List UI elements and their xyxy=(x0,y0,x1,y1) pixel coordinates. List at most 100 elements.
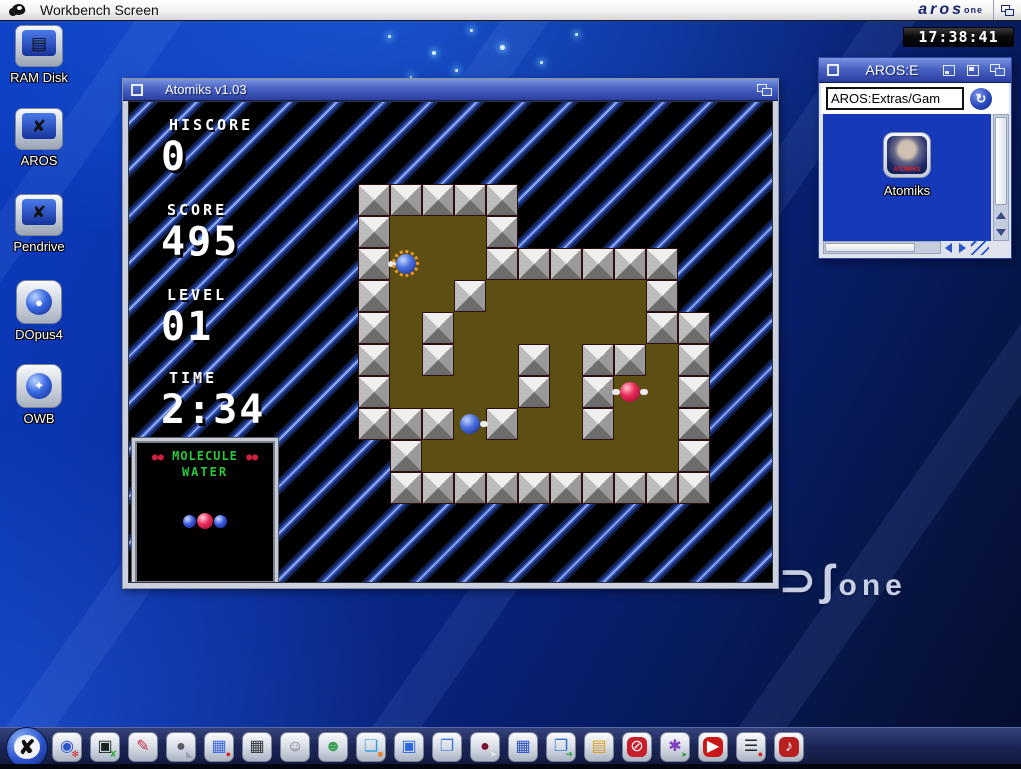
atomiks-icon-label: Atomiks xyxy=(884,183,930,198)
dock-monitor-icon[interactable]: ▣ xyxy=(394,732,424,762)
aros-one-watermark: ⊃ʃone xyxy=(779,555,907,606)
dock-text-editor-icon[interactable]: ✎ xyxy=(128,732,158,762)
floor-tile xyxy=(390,216,422,248)
floor-tile xyxy=(454,376,486,408)
dock-aros-menu-button[interactable]: ✘ xyxy=(6,727,48,769)
path-input[interactable] xyxy=(826,87,964,110)
atomiks-file-icon[interactable]: ATOMIKS Atomiks xyxy=(863,132,951,198)
wall-tile xyxy=(358,376,390,408)
floor-tile xyxy=(614,280,646,312)
wall-tile xyxy=(582,248,614,280)
dock-search-icon[interactable]: ●◣ xyxy=(166,732,196,762)
aros-e-window-title: AROS:E xyxy=(847,62,937,78)
dock-screengrab-icon[interactable]: ❐ xyxy=(432,732,462,762)
green-face-icon: ☻ xyxy=(325,739,342,755)
dock-file-copy-icon[interactable]: ❐➔ xyxy=(546,732,576,762)
iconify-gadget[interactable] xyxy=(939,63,959,78)
desktop-icon-dopus4[interactable]: ✻●DOpus4 xyxy=(2,280,76,342)
molecule-dots-left: ●● xyxy=(152,452,164,463)
zoom-gadget[interactable] xyxy=(963,63,983,78)
horizontal-scroll-thumb[interactable] xyxy=(825,243,915,252)
game-board xyxy=(358,184,710,504)
aros-mascot-icon xyxy=(8,2,30,18)
pendrive-icon: ✘ xyxy=(15,194,63,236)
desktop-icon-aros-disk[interactable]: ✘AROS xyxy=(2,108,76,168)
vertical-scroll-thumb[interactable] xyxy=(995,117,1007,205)
wall-tile xyxy=(646,280,678,312)
dock-dopus-icon[interactable]: ◉✻ xyxy=(52,732,82,762)
wall-tile xyxy=(390,440,422,472)
video-converter-icon: ✱ xyxy=(668,739,681,755)
spreadsheet-icon: ▦ xyxy=(515,739,530,755)
wall-tile xyxy=(454,472,486,504)
atomiks-icon-caption: ATOMIKS xyxy=(887,167,927,173)
owb-icon: ✦ xyxy=(16,364,62,408)
screens-prefs-icon: ❏ xyxy=(364,739,378,755)
dock-spreadsheet-icon[interactable]: ▦ xyxy=(508,732,538,762)
floor-tile xyxy=(518,408,550,440)
vertical-scrollbar[interactable] xyxy=(993,114,1009,241)
depth-gadget[interactable] xyxy=(987,63,1007,78)
oxygen-atom[interactable] xyxy=(620,382,640,402)
wall-tile xyxy=(358,216,390,248)
dock-youtube-icon[interactable]: ▶ xyxy=(698,732,728,762)
dock-screens-prefs-icon[interactable]: ❏■ xyxy=(356,732,386,762)
video-recorder-icon: ☰ xyxy=(744,739,758,755)
close-gadget[interactable] xyxy=(823,63,843,78)
dock-video-camera-icon[interactable]: ▣✘ xyxy=(90,732,120,762)
chevron-up-icon xyxy=(996,212,1006,219)
wall-tile xyxy=(582,376,614,408)
atomiks-titlebar[interactable]: Atomiks v1.03 xyxy=(123,79,778,101)
floor-tile xyxy=(550,312,582,344)
sparkle xyxy=(575,33,578,36)
floor-tile xyxy=(582,440,614,472)
floor-tile xyxy=(582,312,614,344)
wall-tile xyxy=(678,376,710,408)
desktop-icon-ram-disk[interactable]: ▤RAM Disk xyxy=(2,25,76,85)
youtube-icon: ▶ xyxy=(707,739,719,755)
floor-tile xyxy=(486,376,518,408)
dock-video-recorder-icon[interactable]: ☰● xyxy=(736,732,766,762)
wall-tile xyxy=(486,184,518,216)
dock-calendar-icon[interactable]: ▦● xyxy=(204,732,234,762)
scroll-right-button[interactable] xyxy=(955,240,969,255)
horizontal-scrollbar[interactable] xyxy=(823,241,941,254)
close-gadget[interactable] xyxy=(127,82,147,97)
scroll-up-button[interactable] xyxy=(994,207,1008,223)
owb-label: OWB xyxy=(23,411,54,426)
dock-web-radio-icon[interactable]: ♪ xyxy=(774,732,804,762)
dock-chat-dog-icon[interactable]: ☺ xyxy=(280,732,310,762)
resize-grip[interactable] xyxy=(971,240,989,255)
hiscore-value: 0 xyxy=(161,137,187,177)
floor-tile xyxy=(454,344,486,376)
score-value: 495 xyxy=(161,222,239,262)
dock-calculator-icon[interactable]: ▦ xyxy=(242,732,272,762)
aros-e-titlebar[interactable]: AROS:E xyxy=(819,58,1011,83)
desktop-icon-owb[interactable]: ✦ OWB xyxy=(2,364,76,426)
wall-tile xyxy=(422,472,454,504)
floor-tile xyxy=(390,344,422,376)
aros-disk-label: AROS xyxy=(21,153,58,168)
dock-video-converter-icon[interactable]: ✱▸ xyxy=(660,732,690,762)
chevron-left-icon xyxy=(945,243,952,253)
wall-tile xyxy=(678,312,710,344)
scroll-down-button[interactable] xyxy=(994,224,1008,240)
hydrogen-atom[interactable] xyxy=(460,414,480,434)
floor-tile xyxy=(550,280,582,312)
dock-green-face-icon[interactable]: ☻ xyxy=(318,732,348,762)
wall-tile xyxy=(678,408,710,440)
dock-archive-folder-icon[interactable]: ▤ xyxy=(584,732,614,762)
web-radio-icon: ♪ xyxy=(785,739,793,755)
wall-tile xyxy=(678,440,710,472)
wall-tile xyxy=(390,184,422,216)
level-label: LEVEL xyxy=(167,286,227,304)
dock-mouse-ball-icon[interactable]: ●➤ xyxy=(470,732,500,762)
depth-gadget[interactable] xyxy=(754,82,774,97)
screen-depth-gadget[interactable] xyxy=(993,0,1021,20)
desktop-icon-pendrive[interactable]: ✘Pendrive xyxy=(2,194,76,254)
dock-media-stop-icon[interactable]: ⊘ xyxy=(622,732,652,762)
wall-tile xyxy=(582,408,614,440)
refresh-button[interactable]: ↻ xyxy=(970,88,992,110)
scroll-left-button[interactable] xyxy=(941,240,955,255)
oxygen-atom xyxy=(197,513,213,529)
